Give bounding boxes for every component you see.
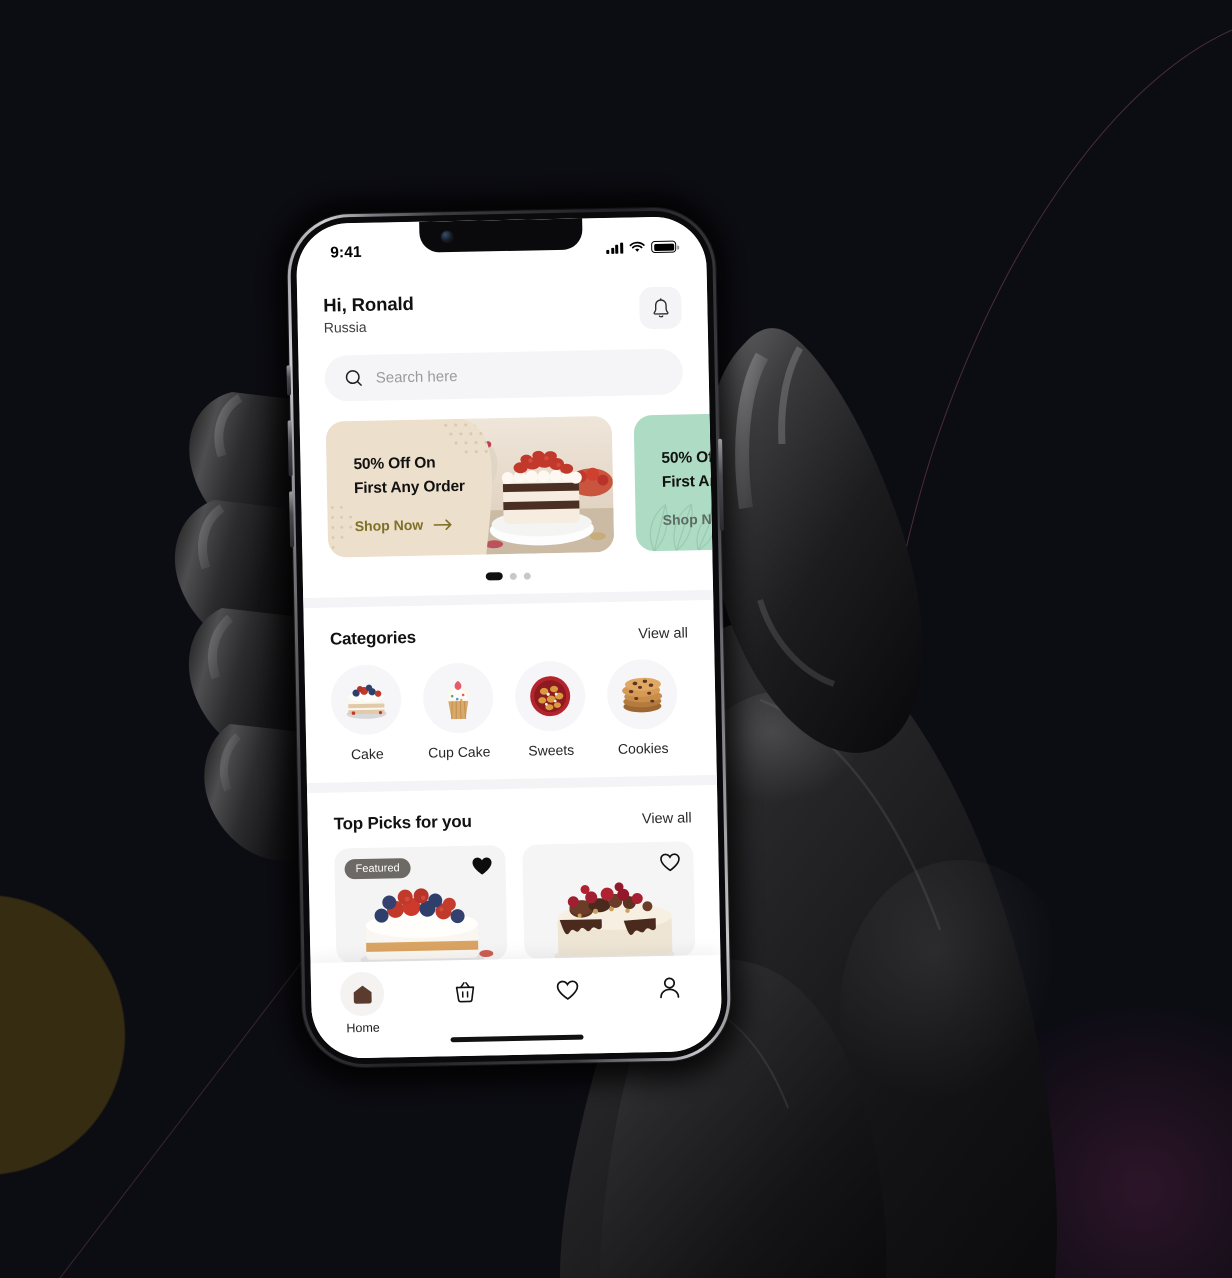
category-item[interactable]: Sweets [514,660,586,759]
favorite-button[interactable] [659,853,680,877]
top-picks-title: Top Picks for you [333,811,472,834]
front-camera-icon [441,231,453,243]
phone-notch [419,215,583,253]
app-header: Hi, Ronald Russia [297,262,708,336]
basket-icon [455,981,474,1003]
tab-home[interactable]: Home [311,971,415,1036]
pagination-dot-active[interactable] [485,572,503,581]
status-icons [606,240,677,254]
banner-title-line2: First Any Order [353,477,466,498]
favorite-button[interactable] [471,856,492,880]
tab-cart[interactable] [413,969,516,1020]
home-icon [353,985,372,1004]
product-card[interactable] [522,841,696,960]
heart-outline-icon [660,853,680,872]
tab-icon-wrap [647,965,692,1010]
promo-banner[interactable]: 50% Off On First Any Order Shop Now [633,409,723,552]
category-item[interactable]: Cup Cake [422,662,495,761]
pagination-dot[interactable] [509,572,517,580]
search-bar[interactable]: Search here [324,348,684,402]
category-icon-circle [422,662,494,734]
product-card[interactable]: Featured [334,845,508,964]
cupcake-icon [446,681,471,720]
notification-button[interactable] [638,286,682,330]
category-label: Cup Cake [427,743,491,761]
tab-icon-wrap [339,971,385,1017]
shop-now-button[interactable]: Shop Now [355,516,466,534]
shop-now-label: Shop Now [354,516,424,535]
greeting-location: Russia [323,318,367,336]
sweets-bowl-icon [530,676,571,717]
greeting-block: Hi, Ronald Russia [323,292,414,335]
category-icon-circle [330,664,402,736]
arrow-right-icon [434,518,452,530]
bottom-tab-bar: Home [310,954,723,1060]
status-time: 9:41 [330,243,362,262]
tab-icon-wrap [442,970,487,1015]
cellular-signal-icon [606,242,624,254]
category-label: Sweets [528,741,575,759]
category-icon-circle [606,658,678,731]
heart-icon [556,979,579,1000]
battery-full-icon [651,240,677,254]
categories-view-all-link[interactable]: View all [638,625,688,642]
phone-screen: 9:41 Hi, Ronald Russia Search here 50% O… [295,215,723,1060]
category-label: Cake [350,745,384,763]
top-picks-view-all-link[interactable]: View all [642,810,692,827]
smartphone-device: 9:41 Hi, Ronald Russia Search here 50% O… [274,192,742,1087]
banner-title-line1: 50% Off On [353,454,436,474]
mute-switch[interactable] [286,365,292,396]
search-icon [345,370,362,386]
bell-icon [652,297,669,317]
promo-banner[interactable]: 50% Off On First Any Order Shop Now [325,415,615,558]
tab-favorites[interactable] [516,967,619,1018]
promo-banner-carousel[interactable]: 50% Off On First Any Order Shop Now 50% … [300,409,723,558]
app-scroll-area[interactable]: Hi, Ronald Russia Search here 50% Off On… [297,262,723,1059]
person-icon [660,977,680,999]
category-item[interactable]: Cookies [606,658,678,757]
cookies-stack-icon [622,677,663,713]
category-item[interactable]: Cake [330,664,403,763]
carousel-pagination[interactable] [303,568,713,584]
category-icon-circle [514,660,586,732]
search-input[interactable]: Search here [376,367,458,386]
tab-profile[interactable] [618,965,721,1016]
app-root: Hi, Ronald Russia Search here 50% Off On… [295,215,723,1060]
tab-label: Home [346,1020,380,1036]
featured-badge: Featured [344,858,411,880]
banner-text-block: 50% Off On First Any Order Shop Now [353,451,465,534]
categories-list: Cake Cup Cake Sweets Cookies [304,642,716,763]
heart-filled-icon [472,857,492,875]
wifi-icon [629,241,645,252]
berry-layer-cake-icon [346,684,387,719]
banner-cake-image [461,415,615,555]
categories-title: Categories [329,627,417,649]
pagination-dot[interactable] [523,572,531,580]
top-picks-list: Featured [308,827,721,964]
tab-icon-wrap [545,967,590,1012]
category-label: Cookies [617,739,669,757]
greeting-name: Hi, Ronald [323,292,414,316]
